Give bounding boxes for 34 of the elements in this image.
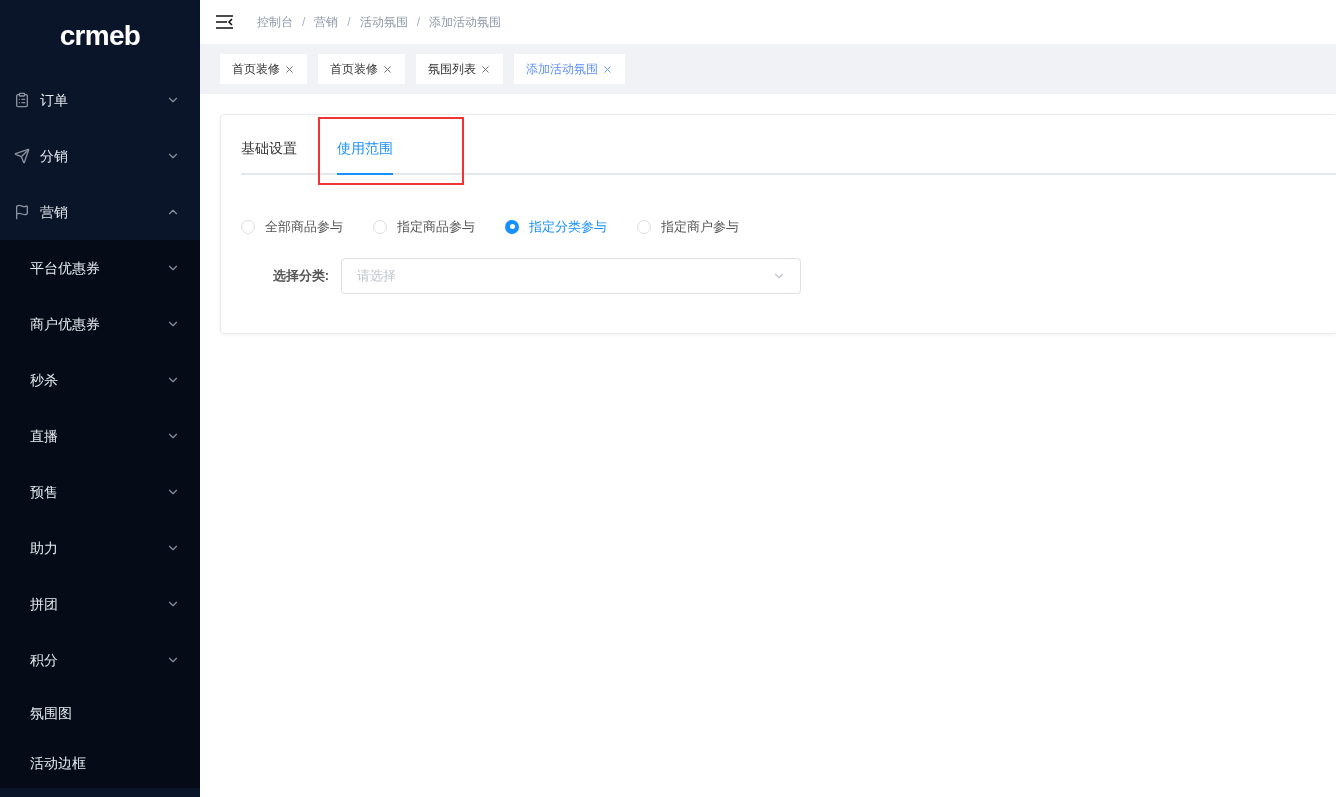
menu-fold-icon[interactable]	[216, 15, 233, 29]
menu-item[interactable]: 营销	[0, 184, 200, 240]
tab[interactable]: 基础设置	[241, 123, 297, 175]
submenu-item[interactable]: 拼团	[0, 576, 200, 632]
logo: crmeb	[59, 19, 141, 53]
close-icon[interactable]	[602, 63, 613, 75]
submenu-item[interactable]: 预售	[0, 464, 200, 520]
breadcrumb-separator: /	[302, 14, 306, 31]
submenu-item[interactable]: 活动边框	[0, 738, 200, 788]
submenu-item[interactable]: 助力	[0, 520, 200, 576]
menu-icon	[14, 204, 30, 220]
radio-option[interactable]: 全部商品参与	[241, 217, 343, 237]
radio-option[interactable]: 指定商户参与	[637, 217, 739, 237]
close-icon[interactable]	[480, 63, 491, 75]
submenu-item[interactable]: 氛围图	[0, 688, 200, 738]
menu-icon	[14, 92, 30, 108]
close-icon[interactable]	[382, 63, 393, 75]
category-select[interactable]: 请选择	[341, 257, 801, 294]
menu-item[interactable]: 分销	[0, 128, 200, 184]
page-tag[interactable]: 氛围列表	[416, 54, 503, 84]
menu-icon	[14, 148, 30, 164]
radio-option[interactable]: 指定商品参与	[373, 217, 475, 237]
submenu-item[interactable]: 积分	[0, 632, 200, 688]
field-label: 选择分类:	[271, 266, 330, 285]
page-tag[interactable]: 首页装修	[318, 54, 405, 84]
breadcrumb-separator: /	[416, 14, 421, 31]
submenu-item[interactable]: 平台优惠券	[0, 240, 200, 296]
menu-item[interactable]: 订单	[0, 72, 200, 128]
submenu-item[interactable]: 秒杀	[0, 352, 200, 408]
page-tag[interactable]: 首页装修	[220, 54, 307, 84]
submenu-item[interactable]: 商户优惠券	[0, 296, 200, 352]
close-icon[interactable]	[284, 63, 295, 75]
submenu-item[interactable]: 直播	[0, 408, 200, 464]
breadcrumb-separator: /	[347, 14, 351, 31]
